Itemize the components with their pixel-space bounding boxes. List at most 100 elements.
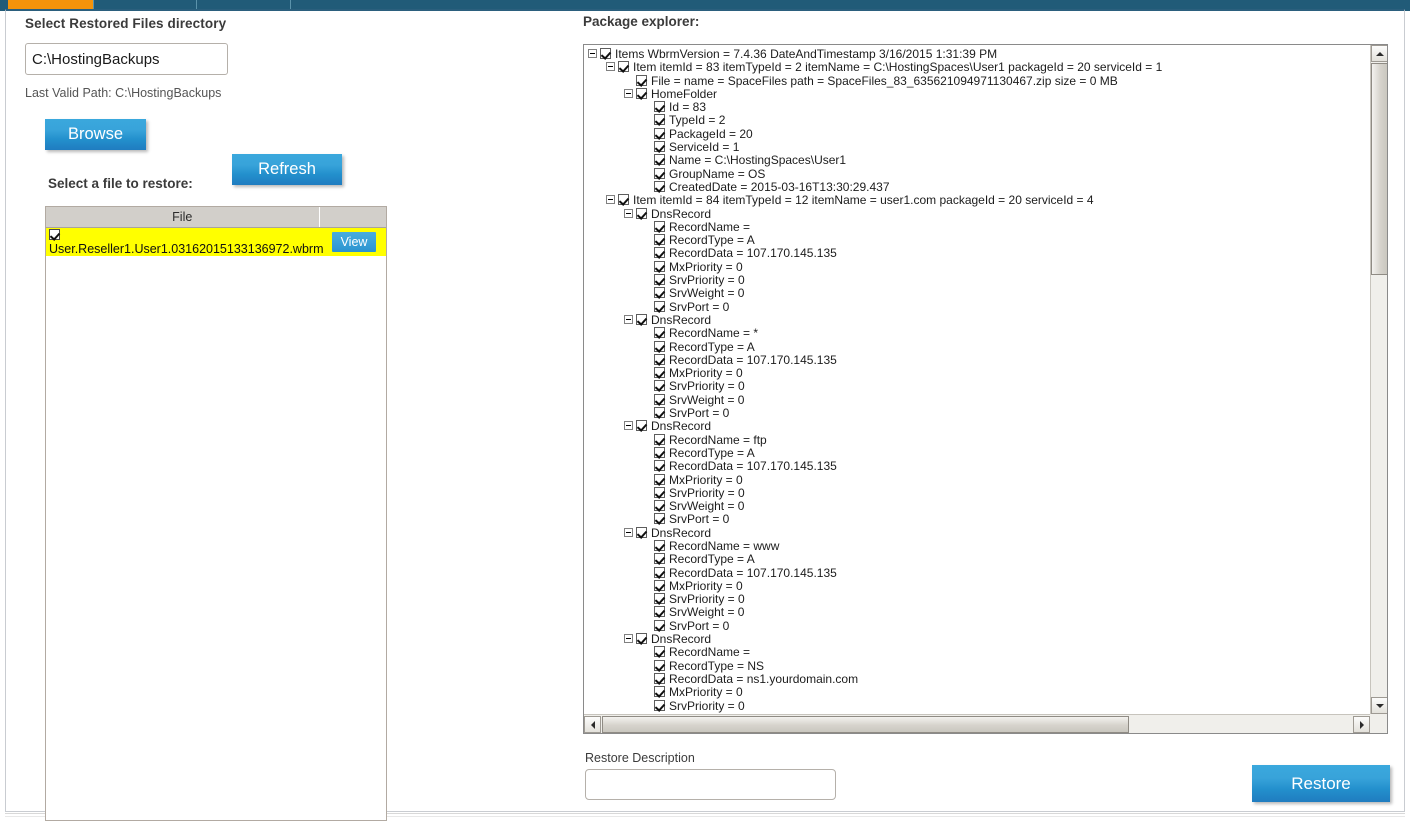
- tree-node-checkbox[interactable]: [654, 300, 665, 312]
- tree-node[interactable]: SrvPriority = 0: [588, 699, 1370, 713]
- tree-node-checkbox[interactable]: [654, 606, 665, 618]
- tree-node-checkbox[interactable]: [636, 633, 647, 645]
- tree-node[interactable]: RecordType = A: [588, 340, 1370, 354]
- tree-node[interactable]: SrvPort = 0: [588, 300, 1370, 314]
- tree-node[interactable]: GroupName = OS: [588, 167, 1370, 181]
- scroll-down-button[interactable]: [1371, 697, 1387, 714]
- tree-node-checkbox[interactable]: [654, 433, 665, 445]
- tree-node-checkbox[interactable]: [636, 526, 647, 538]
- tree-node[interactable]: PackageId = 20: [588, 127, 1370, 141]
- tree-node[interactable]: RecordType = A: [588, 446, 1370, 460]
- scroll-right-button[interactable]: [1353, 716, 1370, 733]
- tree-node[interactable]: CreatedDate = 2015-03-16T13:30:29.437: [588, 180, 1370, 194]
- tree-node[interactable]: RecordData = 107.170.145.135: [588, 460, 1370, 473]
- tree-node-checkbox[interactable]: [654, 699, 665, 711]
- tree-node[interactable]: Items WbrmVersion = 7.4.36 DateAndTimest…: [588, 47, 1370, 61]
- restored-files-directory-input[interactable]: [25, 43, 228, 75]
- tree-node[interactable]: MxPriority = 0: [588, 473, 1370, 487]
- tree-node-checkbox[interactable]: [654, 553, 665, 565]
- tree-node-checkbox[interactable]: [654, 220, 665, 232]
- tree-node[interactable]: Item itemId = 83 itemTypeId = 2 itemName…: [588, 61, 1370, 74]
- tree-node[interactable]: SrvPort = 0: [588, 406, 1370, 420]
- tree-node-checkbox[interactable]: [654, 619, 665, 631]
- tree-node[interactable]: Item itemId = 84 itemTypeId = 12 itemNam…: [588, 194, 1370, 207]
- tree-node[interactable]: RecordData = 107.170.145.135: [588, 566, 1370, 580]
- tree-node[interactable]: SrvPriority = 0: [588, 273, 1370, 287]
- tree-node-checkbox[interactable]: [654, 646, 665, 658]
- tree-node[interactable]: RecordData = 107.170.145.135: [588, 353, 1370, 367]
- tree-node[interactable]: MxPriority = 0: [588, 686, 1370, 699]
- tree-node[interactable]: RecordName = *: [588, 327, 1370, 340]
- tree-node[interactable]: File = name = SpaceFiles path = SpaceFil…: [588, 74, 1370, 88]
- tree-node-checkbox[interactable]: [654, 473, 665, 485]
- tree-node[interactable]: SrvPort = 0: [588, 513, 1370, 526]
- tree-node[interactable]: SrvWeight = 0: [588, 287, 1370, 300]
- tree-node-checkbox[interactable]: [654, 234, 665, 246]
- tree-node[interactable]: DnsRecord: [588, 207, 1370, 221]
- table-row[interactable]: User.Reseller1.User1.03162015133136972.w…: [46, 227, 386, 256]
- tree-node-checkbox[interactable]: [654, 327, 665, 339]
- tree-horizontal-scrollbar[interactable]: [584, 714, 1370, 733]
- tree-node-checkbox[interactable]: [654, 500, 665, 512]
- tree-node-checkbox[interactable]: [654, 380, 665, 392]
- refresh-button[interactable]: Refresh: [232, 154, 342, 185]
- collapse-minus-icon[interactable]: [588, 49, 597, 58]
- tree-node-checkbox[interactable]: [618, 61, 629, 73]
- tree-node-checkbox[interactable]: [654, 353, 665, 365]
- tree-node[interactable]: SrvPriority = 0: [588, 380, 1370, 393]
- collapse-minus-icon[interactable]: [624, 88, 633, 98]
- vertical-scrollbar-thumb[interactable]: [1371, 63, 1387, 275]
- tree-node-checkbox[interactable]: [654, 566, 665, 578]
- tree-node-checkbox[interactable]: [654, 593, 665, 605]
- tree-node-checkbox[interactable]: [654, 180, 665, 192]
- tree-node[interactable]: RecordName =: [588, 646, 1370, 659]
- tree-node-checkbox[interactable]: [654, 340, 665, 352]
- collapse-minus-icon[interactable]: [624, 527, 633, 537]
- tree-node[interactable]: RecordName = www: [588, 539, 1370, 553]
- tree-node[interactable]: ServiceId = 1: [588, 140, 1370, 154]
- tree-node[interactable]: MxPriority = 0: [588, 260, 1370, 274]
- collapse-minus-icon[interactable]: [624, 208, 633, 218]
- collapse-minus-icon[interactable]: [624, 314, 633, 324]
- tree-node-checkbox[interactable]: [600, 48, 611, 59]
- tree-node-checkbox[interactable]: [618, 194, 629, 206]
- tree-scroll-viewport[interactable]: Items WbrmVersion = 7.4.36 DateAndTimest…: [584, 45, 1370, 714]
- tree-node[interactable]: SrvPriority = 0: [588, 486, 1370, 500]
- collapse-minus-icon[interactable]: [624, 634, 633, 644]
- collapse-minus-icon[interactable]: [606, 62, 615, 72]
- tree-node-checkbox[interactable]: [654, 539, 665, 551]
- tree-node-checkbox[interactable]: [636, 74, 647, 86]
- tree-node-checkbox[interactable]: [654, 513, 665, 525]
- tree-node-checkbox[interactable]: [654, 659, 665, 671]
- tree-node[interactable]: RecordName =: [588, 220, 1370, 234]
- tree-node-checkbox[interactable]: [636, 87, 647, 99]
- tree-node-checkbox[interactable]: [654, 114, 665, 126]
- tree-node-checkbox[interactable]: [636, 207, 647, 219]
- tree-node[interactable]: RecordType = NS: [588, 659, 1370, 673]
- scroll-up-button[interactable]: [1371, 45, 1387, 62]
- scroll-left-button[interactable]: [584, 716, 601, 733]
- tree-node[interactable]: RecordType = A: [588, 234, 1370, 247]
- tree-node[interactable]: RecordData = ns1.yourdomain.com: [588, 672, 1370, 686]
- tree-node[interactable]: SrvWeight = 0: [588, 606, 1370, 619]
- tree-node-checkbox[interactable]: [654, 154, 665, 166]
- tree-node-checkbox[interactable]: [654, 260, 665, 272]
- tree-node-checkbox[interactable]: [654, 579, 665, 591]
- tree-node-checkbox[interactable]: [636, 420, 647, 432]
- tree-node-checkbox[interactable]: [654, 672, 665, 684]
- tree-node[interactable]: SrvPriority = 0: [588, 593, 1370, 606]
- file-row-checkbox[interactable]: [49, 228, 60, 240]
- tree-node[interactable]: TypeId = 2: [588, 114, 1370, 127]
- tree-node[interactable]: Id = 83: [588, 101, 1370, 114]
- restore-button[interactable]: Restore: [1252, 765, 1390, 802]
- tree-node[interactable]: SrvWeight = 0: [588, 499, 1370, 513]
- tree-node[interactable]: RecordName = ftp: [588, 433, 1370, 447]
- tree-node-checkbox[interactable]: [654, 141, 665, 153]
- tree-vertical-scrollbar[interactable]: [1370, 45, 1387, 714]
- browse-button[interactable]: Browse: [45, 119, 146, 150]
- tree-node-checkbox[interactable]: [654, 367, 665, 379]
- tree-node[interactable]: DnsRecord: [588, 526, 1370, 540]
- collapse-minus-icon[interactable]: [624, 421, 633, 431]
- restore-description-input[interactable]: [585, 769, 836, 800]
- tree-node-checkbox[interactable]: [654, 167, 665, 179]
